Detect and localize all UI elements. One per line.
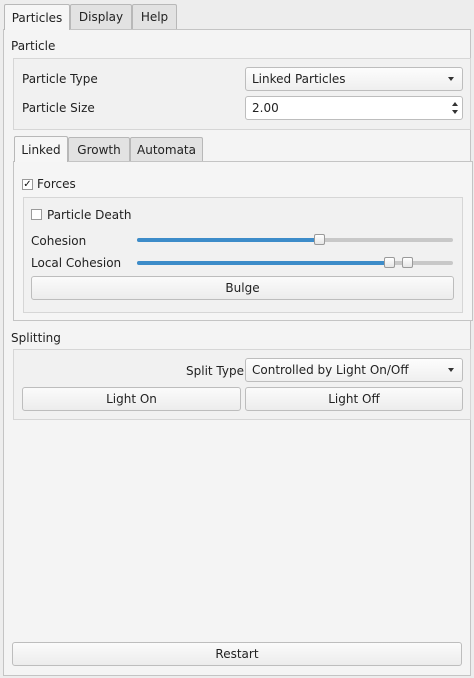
tab-label: Automata bbox=[137, 142, 196, 157]
split-type-value: Controlled by Light On/Off bbox=[252, 363, 409, 377]
tab-label: Help bbox=[140, 10, 169, 24]
cohesion-slider-fill bbox=[137, 238, 320, 242]
particle-size-spinbox[interactable]: 2.00 bbox=[245, 96, 463, 120]
chevron-down-icon bbox=[448, 368, 454, 372]
forces-label: Forces bbox=[37, 177, 76, 191]
particle-type-label: Particle Type bbox=[22, 72, 98, 86]
tab-label: Linked bbox=[21, 142, 61, 157]
bulge-button-label: Bulge bbox=[225, 281, 260, 295]
light-off-button-label: Light Off bbox=[328, 392, 380, 406]
particle-size-label: Particle Size bbox=[22, 101, 95, 115]
tab-label: Particles bbox=[11, 10, 63, 25]
local-cohesion-upper-handle[interactable] bbox=[402, 257, 414, 268]
tab-growth[interactable]: Growth bbox=[68, 137, 130, 161]
particle-type-select[interactable]: Linked Particles bbox=[245, 67, 463, 91]
tab-display[interactable]: Display bbox=[70, 4, 132, 29]
local-cohesion-lower-handle[interactable] bbox=[384, 257, 396, 268]
tab-automata[interactable]: Automata bbox=[130, 137, 203, 161]
particle-section-title: Particle bbox=[11, 39, 56, 53]
chevron-down-icon bbox=[448, 77, 454, 81]
splitting-section-title: Splitting bbox=[11, 331, 61, 345]
tab-label: Growth bbox=[77, 142, 121, 157]
bulge-button[interactable]: Bulge bbox=[31, 276, 454, 300]
local-cohesion-slider-fill bbox=[137, 261, 390, 265]
spin-up-icon[interactable] bbox=[452, 102, 458, 106]
local-cohesion-label: Local Cohesion bbox=[31, 256, 122, 270]
tab-linked[interactable]: Linked bbox=[14, 136, 68, 162]
light-off-button[interactable]: Light Off bbox=[245, 387, 463, 411]
light-on-button[interactable]: Light On bbox=[22, 387, 241, 411]
tab-help[interactable]: Help bbox=[132, 4, 177, 29]
light-on-button-label: Light On bbox=[106, 392, 157, 406]
particle-death-label: Particle Death bbox=[47, 208, 132, 222]
split-type-label: Split Type bbox=[186, 364, 244, 378]
tab-particles[interactable]: Particles bbox=[4, 4, 70, 30]
split-type-select[interactable]: Controlled by Light On/Off bbox=[245, 358, 463, 382]
spin-down-icon[interactable] bbox=[452, 110, 458, 114]
tab-label: Display bbox=[78, 10, 124, 24]
cohesion-slider-handle[interactable] bbox=[313, 234, 325, 245]
particle-type-value: Linked Particles bbox=[252, 72, 346, 86]
forces-checkbox[interactable]: ✓ bbox=[22, 179, 33, 190]
particle-size-value: 2.00 bbox=[252, 101, 279, 115]
particle-death-checkbox[interactable] bbox=[31, 209, 42, 220]
restart-button[interactable]: Restart bbox=[12, 642, 462, 666]
restart-button-label: Restart bbox=[215, 647, 259, 661]
cohesion-label: Cohesion bbox=[31, 234, 87, 248]
